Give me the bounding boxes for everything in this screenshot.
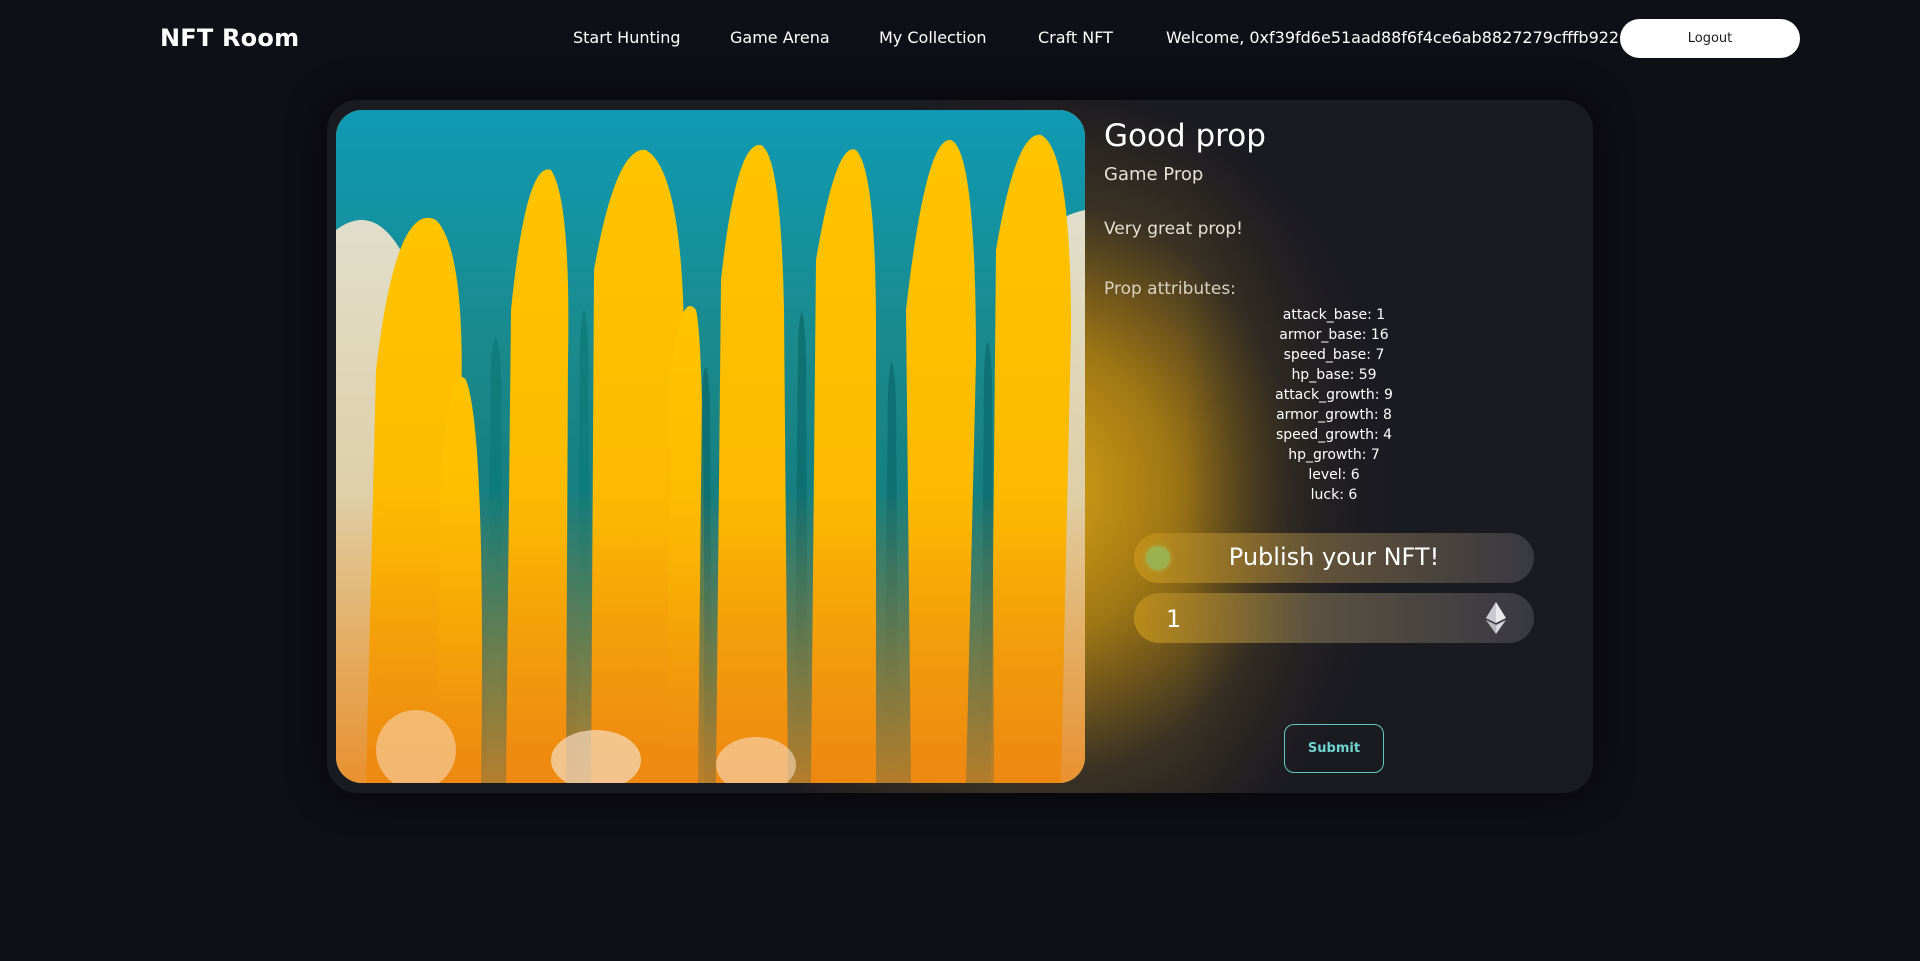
price-field <box>1134 593 1534 643</box>
attribute-item: level: 6 <box>1308 467 1360 483</box>
attribute-item: hp_growth: 7 <box>1288 447 1380 463</box>
nft-title: Good prop <box>1104 118 1266 154</box>
nft-description: Very great prop! <box>1104 219 1243 239</box>
nav-link-game-arena[interactable]: Game Arena <box>730 28 830 47</box>
attribute-item: hp_base: 59 <box>1291 367 1377 383</box>
attribute-item: attack_base: 1 <box>1282 307 1386 323</box>
attribute-item: armor_growth: 8 <box>1276 407 1392 423</box>
welcome-wallet-address: Welcome, 0xf39fd6e51aad88f6f4ce6ab882727… <box>1166 28 1640 47</box>
nft-category: Game Prop <box>1104 164 1204 185</box>
publish-toggle-label: Publish your NFT! <box>1228 543 1440 571</box>
ethereum-icon <box>1486 602 1506 634</box>
attributes-list: attack_base: 1 armor_base: 16 speed_base… <box>1234 305 1434 505</box>
attribute-item: attack_growth: 9 <box>1275 387 1393 403</box>
attribute-item: armor_base: 16 <box>1279 327 1389 343</box>
attribute-item: speed_growth: 4 <box>1275 427 1393 443</box>
attributes-heading: Prop attributes: <box>1104 279 1236 299</box>
publish-toggle[interactable]: Publish your NFT! <box>1134 533 1534 583</box>
brand-logo[interactable]: NFT Room <box>160 24 299 52</box>
nft-artwork-image <box>336 110 1085 783</box>
attribute-item: luck: 6 <box>1310 487 1358 503</box>
attribute-item: speed_base: 7 <box>1283 347 1385 363</box>
nav-link-start-hunting[interactable]: Start Hunting <box>573 28 681 47</box>
submit-button[interactable]: Submit <box>1284 724 1384 773</box>
top-navbar: NFT Room Start Hunting Game Arena My Col… <box>0 0 1920 78</box>
logout-button[interactable]: Logout <box>1620 19 1800 58</box>
price-input[interactable] <box>1164 601 1448 637</box>
nav-link-craft-nft[interactable]: Craft NFT <box>1038 28 1113 47</box>
nav-link-my-collection[interactable]: My Collection <box>879 28 987 47</box>
